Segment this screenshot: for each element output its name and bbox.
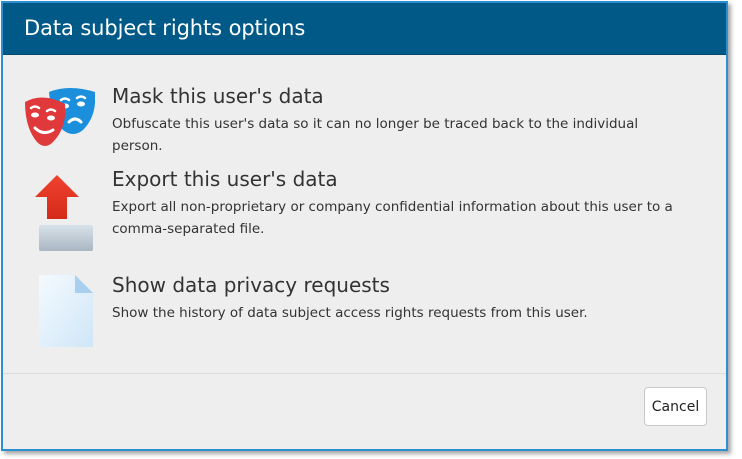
export-upload-icon <box>23 167 95 251</box>
show-requests-option-title: Show data privacy requests <box>112 273 390 297</box>
mask-option-title: Mask this user's data <box>112 84 324 108</box>
export-user-data-option[interactable]: Export this user's data Export all non-p… <box>23 167 706 257</box>
mask-option-description: Obfuscate this user's data so it can no … <box>112 116 639 154</box>
show-requests-option-description: Show the history of data subject access … <box>112 305 588 321</box>
theater-masks-icon <box>23 84 96 158</box>
document-icon <box>23 273 95 347</box>
footer-divider <box>3 373 726 374</box>
dialog-titlebar: Data subject rights options <box>3 3 726 55</box>
mask-user-data-option[interactable]: Mask this user's data Obfuscate this use… <box>23 84 706 164</box>
data-subject-rights-dialog: Data subject rights options Mask this us… <box>1 1 728 451</box>
dialog-title: Data subject rights options <box>24 16 306 40</box>
export-option-description: Export all non-proprietary or company co… <box>112 199 673 237</box>
show-privacy-requests-option[interactable]: Show data privacy requests Show the hist… <box>23 273 706 353</box>
export-option-title: Export this user's data <box>112 167 338 191</box>
cancel-button[interactable]: Cancel <box>644 387 707 426</box>
